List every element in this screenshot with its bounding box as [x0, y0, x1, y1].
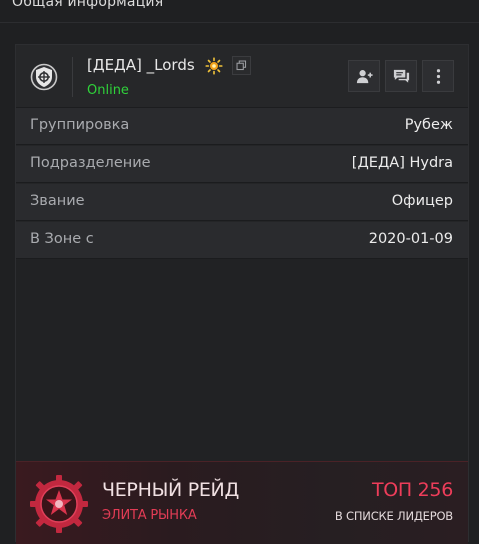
more-options-button[interactable]: [422, 60, 454, 92]
info-label: Подразделение: [30, 155, 151, 171]
copy-icon: [236, 60, 247, 71]
info-row-zone-since: В Зоне с 2020-01-09: [16, 222, 468, 259]
raid-subtitle: ЭЛИТА РЫНКА: [102, 508, 197, 523]
info-value: [ДЕДА] Hydra: [351, 155, 453, 171]
info-row-squad: Подразделение [ДЕДА] Hydra: [16, 146, 468, 183]
info-row-rank: Звание Офицер: [16, 184, 468, 221]
info-value: Офицер: [391, 193, 453, 209]
player-header: [ДЕДА] _Lords Online: [16, 45, 468, 108]
section-title: Общая информация: [12, 0, 164, 10]
empty-area: [16, 259, 468, 461]
copy-name-button[interactable]: [232, 56, 251, 75]
info-label: Звание: [30, 193, 85, 209]
leaderboard-rank: ТОП 256: [371, 479, 453, 501]
player-name: [ДЕДА] _Lords: [87, 56, 195, 74]
add-friend-button[interactable]: [348, 60, 380, 92]
divider: [0, 22, 479, 23]
message-button[interactable]: [385, 60, 417, 92]
info-label: В Зоне с: [30, 231, 94, 247]
player-info-card: [ДЕДА] _Lords Online Группировка Рубеж П…: [15, 44, 469, 544]
info-value: 2020-01-09: [368, 231, 453, 247]
info-value: Рубеж: [404, 117, 453, 133]
person-plus-icon: [356, 69, 373, 83]
sun-badge-icon: [205, 57, 223, 75]
header-separator: [72, 57, 73, 97]
info-row-faction: Группировка Рубеж: [16, 108, 468, 145]
shield-crosshair-icon: [30, 63, 58, 91]
black-raid-emblem-icon: [30, 475, 88, 533]
kebab-menu-icon: [436, 68, 440, 84]
leaderboard-caption: В СПИСКЕ ЛИДЕРОВ: [334, 509, 453, 523]
online-status: Online: [87, 83, 129, 98]
info-label: Группировка: [30, 117, 130, 133]
black-raid-banner[interactable]: ЧЕРНЫЙ РЕЙД ЭЛИТА РЫНКА ТОП 256 В СПИСКЕ…: [16, 461, 468, 544]
chat-icon: [393, 69, 409, 83]
raid-title: ЧЕРНЫЙ РЕЙД: [102, 479, 240, 501]
